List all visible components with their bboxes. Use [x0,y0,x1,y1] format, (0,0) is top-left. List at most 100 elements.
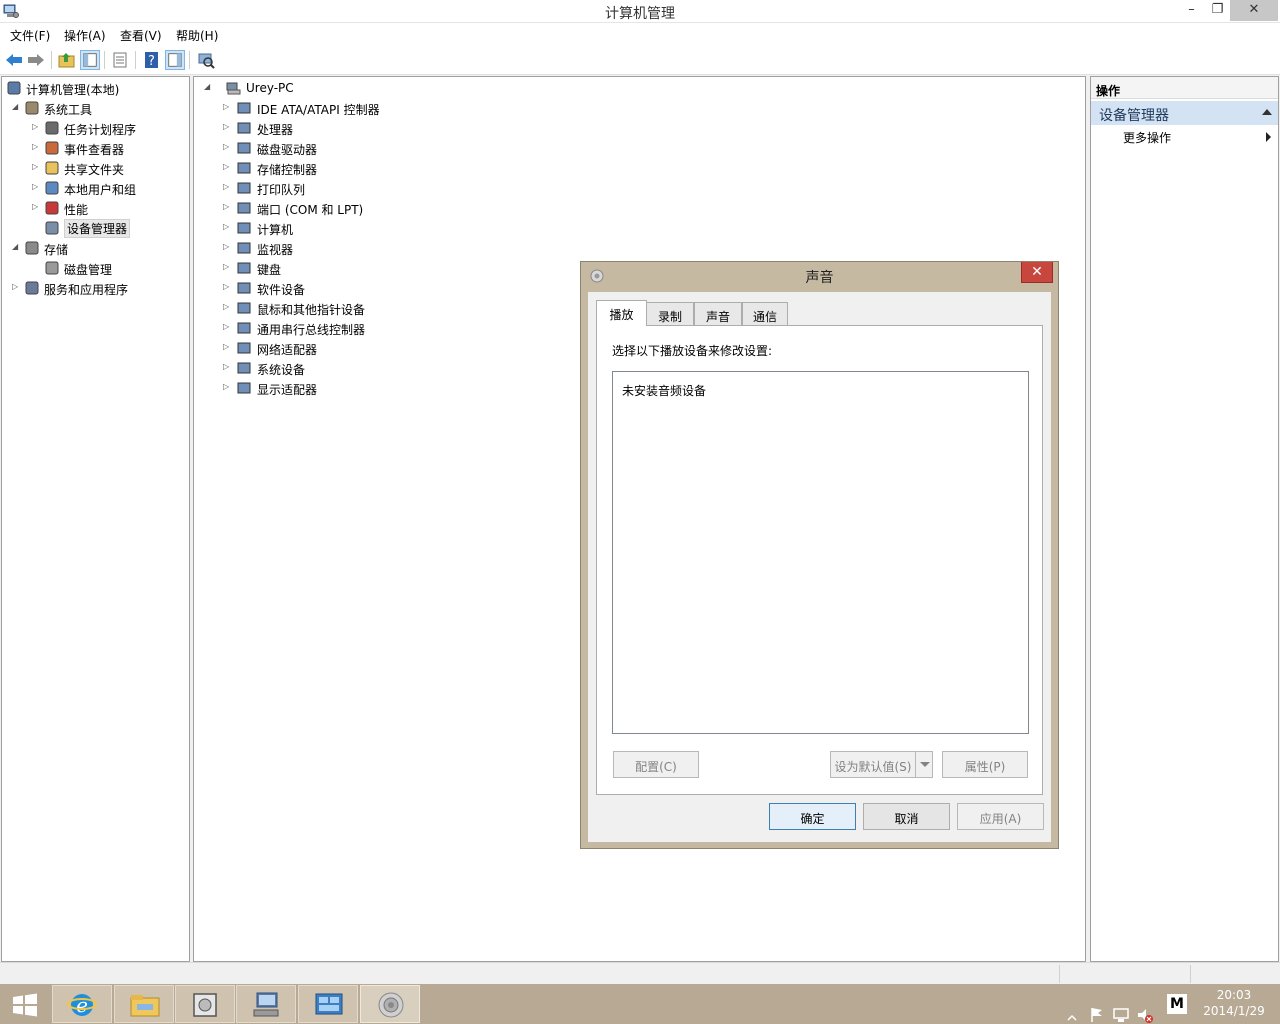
dialog-close-button[interactable]: ✕ [1021,262,1053,283]
expander-icon[interactable]: ▷ [223,343,231,351]
cancel-button[interactable]: 取消 [863,803,950,830]
taskbar-explorer-button[interactable] [114,985,174,1023]
expander-icon[interactable]: ▷ [223,283,231,291]
device-category[interactable]: ▷ 打印队列 [194,179,494,197]
expander-icon[interactable]: ▷ [223,383,231,391]
configure-button[interactable]: 配置(C) [613,751,699,778]
network-icon[interactable] [1112,995,1130,1024]
menu-bar: 文件(F) 操作(A) 查看(V) 帮助(H) [0,23,1280,45]
tab-recording[interactable]: 录制 [646,302,694,326]
start-button[interactable] [0,985,50,1023]
set-default-button[interactable]: 设为默认值(S) [830,751,933,778]
tree-item[interactable]: ▷ 服务和应用程序 [2,279,189,297]
tree-item[interactable]: ▷ 本地用户和组 [2,179,189,197]
taskbar-control-panel-button[interactable] [298,985,358,1023]
device-category[interactable]: ▷ 磁盘驱动器 [194,139,494,157]
expander-icon[interactable]: ▷ [223,203,231,211]
show-hide-tree-icon[interactable] [80,50,100,70]
device-category[interactable]: ▷ 网络适配器 [194,339,494,357]
tree-item[interactable]: 计算机管理(本地) [2,79,189,97]
expander-icon[interactable]: ▷ [223,223,231,231]
taskbar-disk-button[interactable] [175,985,235,1023]
tab-sounds[interactable]: 声音 [694,302,742,326]
expander-icon[interactable]: ▷ [223,163,231,171]
tree-item[interactable]: 磁盘管理 [2,259,189,277]
apply-button[interactable]: 应用(A) [957,803,1044,830]
device-category[interactable]: ▷ 通用串行总线控制器 [194,319,494,337]
tab-playback[interactable]: 播放 [596,300,647,326]
expander-icon[interactable]: ▷ [223,243,231,251]
properties-button[interactable]: 属性(P) [942,751,1028,778]
expander-icon[interactable]: ▷ [32,203,40,211]
window-title: 计算机管理 [605,6,675,22]
tree-item[interactable]: 设备管理器 [2,219,189,238]
device-category[interactable]: ▷ 监视器 [194,239,494,257]
device-category[interactable]: ▷ 显示适配器 [194,379,494,397]
expander-icon[interactable]: ◢ [12,103,20,111]
tab-communications[interactable]: 通信 [742,302,788,326]
menu-help[interactable]: 帮助(H) [176,27,218,44]
expander-icon[interactable]: ▷ [32,163,40,171]
expander-icon[interactable]: ▷ [32,123,40,131]
expander-icon[interactable]: ▷ [223,183,231,191]
taskbar-computer-management-button[interactable] [236,985,296,1023]
taskbar-ie-button[interactable]: e [52,985,112,1023]
expander-icon[interactable]: ▷ [223,103,231,111]
device-category[interactable]: ▷ 处理器 [194,119,494,137]
menu-action[interactable]: 操作(A) [64,27,106,44]
expander-icon[interactable]: ▷ [223,323,231,331]
set-default-dropdown-icon[interactable] [915,752,932,777]
device-category[interactable]: ▷ 端口 (COM 和 LPT) [194,199,494,217]
expander-icon[interactable]: ◢ [12,243,20,251]
show-hide-action-pane-icon[interactable] [165,50,185,70]
ok-button[interactable]: 确定 [769,803,856,830]
expander-icon[interactable]: ◢ [204,83,212,91]
expander-icon[interactable]: ▷ [223,363,231,371]
device-category[interactable]: ▷ 键盘 [194,259,494,277]
show-hidden-icons-icon[interactable] [1066,998,1078,1024]
up-folder-icon[interactable] [57,50,77,70]
device-category[interactable]: ▷ 鼠标和其他指针设备 [194,299,494,317]
forward-icon[interactable] [26,50,46,70]
more-actions-item[interactable]: 更多操作 [1123,129,1171,146]
volume-muted-icon[interactable] [1136,995,1154,1024]
action-center-flag-icon[interactable] [1088,995,1106,1024]
start-icon [13,993,37,1017]
action-group-device-manager[interactable]: 设备管理器 [1091,101,1278,125]
device-category[interactable]: ▷ IDE ATA/ATAPI 控制器 [194,99,494,117]
expander-icon[interactable]: ▷ [223,123,231,131]
device-tree-root[interactable]: ◢ Urey-PC [202,79,402,97]
input-method-icon[interactable]: M [1167,994,1187,1014]
menu-file[interactable]: 文件(F) [10,27,50,44]
tree-item[interactable]: ▷ 性能 [2,199,189,217]
device-category[interactable]: ▷ 软件设备 [194,279,494,297]
tree-item[interactable]: ▷ 事件查看器 [2,139,189,157]
expander-icon[interactable]: ▷ [223,263,231,271]
menu-view[interactable]: 查看(V) [120,27,162,44]
close-button[interactable]: ✕ [1230,0,1278,21]
tree-item[interactable]: ▷ 任务计划程序 [2,119,189,137]
restore-button[interactable]: ❐ [1204,0,1231,21]
expander-icon[interactable]: ▷ [223,303,231,311]
device-category[interactable]: ▷ 系统设备 [194,359,494,377]
back-icon[interactable] [4,50,24,70]
tree-item[interactable]: ◢ 存储 [2,239,189,257]
taskbar-clock[interactable]: 20:03 2014/1/29 [1196,987,1272,1019]
device-category[interactable]: ▷ 存储控制器 [194,159,494,177]
expander-icon[interactable]: ▷ [12,283,20,291]
tree-item[interactable]: ▷ 共享文件夹 [2,159,189,177]
tree-item[interactable]: ◢ 系统工具 [2,99,189,117]
playback-device-list[interactable]: 未安装音频设备 [612,371,1029,734]
collapse-up-icon[interactable] [1262,109,1272,115]
expander-icon[interactable]: ▷ [223,143,231,151]
minimize-button[interactable]: – [1178,0,1205,21]
expander-icon[interactable]: ▷ [32,143,40,151]
expander-icon[interactable]: ▷ [32,183,40,191]
taskbar-sound-button[interactable] [360,985,420,1023]
device-category[interactable]: ▷ 计算机 [194,219,494,237]
scan-hardware-icon[interactable] [196,50,216,70]
tree-item-label: 事件查看器 [64,143,125,157]
export-list-icon[interactable] [110,50,130,70]
help-icon[interactable]: ? [142,50,162,70]
tree-item-label: 共享文件夹 [64,163,125,177]
